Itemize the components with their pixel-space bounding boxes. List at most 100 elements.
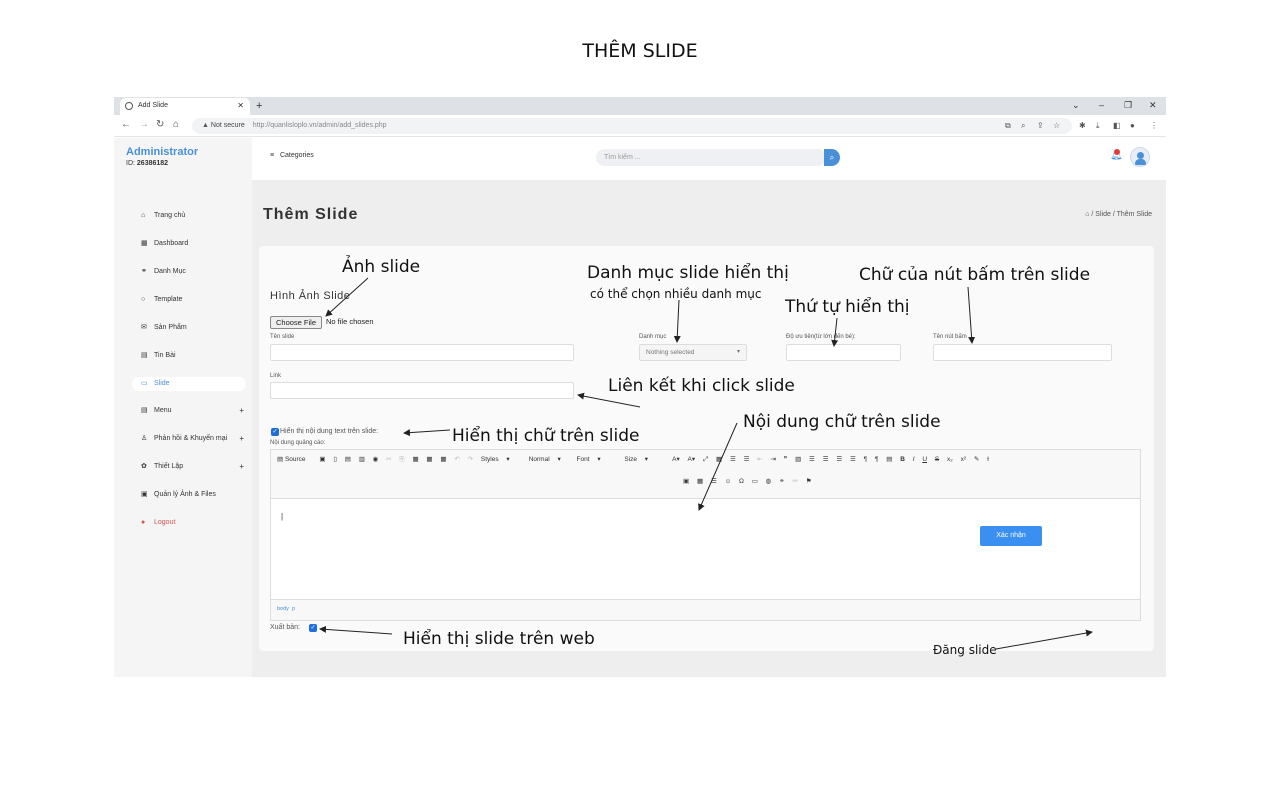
sidebar-item-thiet-lap[interactable]: ✿ Thiết Lập + <box>114 460 248 474</box>
extensions-icon[interactable]: ✱ <box>1079 119 1086 133</box>
maximize-icon[interactable]: ⤢ <box>703 454 708 466</box>
expand-plus-icon[interactable]: + <box>239 432 244 446</box>
justify-icon[interactable]: ☰ <box>850 454 856 466</box>
remove-format-icon[interactable]: Ɨ <box>987 454 989 466</box>
preview-icon[interactable]: ▤ <box>345 454 351 466</box>
xuat-ban-checkbox[interactable]: ✓ <box>309 624 317 632</box>
size-dropdown[interactable]: Size ▾ <box>624 454 664 466</box>
source-button[interactable]: ▤ Source <box>277 454 312 466</box>
subscript-icon[interactable]: x₂ <box>947 454 953 466</box>
redo-icon[interactable]: ↷ <box>468 454 473 466</box>
expand-plus-icon[interactable]: + <box>239 404 244 418</box>
danh-muc-select[interactable]: Nothing selected ▾ <box>639 344 747 361</box>
anchor-flag-icon[interactable]: ⚑ <box>806 476 812 488</box>
new-tab-button[interactable]: + <box>256 97 262 115</box>
editor-content-area[interactable]: | <box>271 499 1140 599</box>
paste-word-icon[interactable]: ▦ <box>440 454 446 466</box>
ten-slide-input[interactable] <box>270 344 574 361</box>
align-left-icon[interactable]: ☰ <box>809 454 815 466</box>
print-icon[interactable]: ▥ <box>359 454 365 466</box>
paste-icon[interactable]: ▦ <box>412 454 418 466</box>
search-input[interactable]: Tìm kiếm ... <box>596 149 826 166</box>
sidebar-item-template[interactable]: ○ Template <box>114 293 248 307</box>
browser-tab[interactable]: Add Slide ✕ <box>120 98 250 115</box>
align-right-icon[interactable]: ☰ <box>836 454 842 466</box>
styles-dropdown[interactable]: Styles ▾ <box>481 454 521 466</box>
bullet-list-icon[interactable]: ☰ <box>744 454 750 466</box>
back-icon[interactable]: ← <box>121 118 131 132</box>
breadcrumb-slide[interactable]: Slide <box>1095 211 1111 218</box>
link-icon[interactable]: ⚭ <box>779 476 784 488</box>
submit-button[interactable]: Xác nhận <box>980 526 1042 546</box>
sidebar-item-phan-hoi[interactable]: ♙ Phản hồi & Khuyến mại + <box>114 432 248 446</box>
reload-icon[interactable]: ↻ <box>156 118 164 132</box>
save-icon[interactable]: ▣ <box>319 454 325 466</box>
iframe-icon[interactable]: ▭ <box>752 476 758 488</box>
sidebar-item-san-pham[interactable]: ✉ Sản Phẩm <box>114 321 248 335</box>
sidebar-item-danh-muc[interactable]: ⚭ Danh Mục <box>114 265 248 279</box>
font-dropdown[interactable]: Font ▾ <box>577 454 617 466</box>
path-p[interactable]: p <box>292 606 295 612</box>
outdent-icon[interactable]: ⇤ <box>757 454 762 466</box>
show-text-checkbox[interactable]: ✓ <box>271 428 279 436</box>
underline-icon[interactable]: U <box>922 454 927 466</box>
minimize-icon[interactable]: – <box>1099 97 1104 113</box>
sidebar-item-dashboard[interactable]: ▦ Dashboard <box>114 237 248 251</box>
new-page-icon[interactable]: ▯ <box>333 454 337 466</box>
tab-search-icon[interactable]: ⌄ <box>1072 97 1080 113</box>
smiley-icon[interactable]: ☺ <box>725 476 732 488</box>
paste-text-icon[interactable]: ▦ <box>426 454 432 466</box>
sidebar-item-quan-ly-anh[interactable]: ▣ Quản lý Ảnh & Files <box>114 488 248 502</box>
share-icon[interactable]: ⇪ <box>1037 119 1044 133</box>
copy-icon[interactable]: ⎘ <box>399 454 404 466</box>
italic-icon[interactable]: I <box>913 454 915 466</box>
numbered-list-icon[interactable]: ☰ <box>730 454 736 466</box>
ten-nut-input[interactable] <box>933 344 1112 361</box>
home-icon[interactable]: ⌂ <box>1085 211 1089 218</box>
url-input[interactable]: ▲ Not secure http://quanlisloplo.vn/admi… <box>192 118 1072 134</box>
search-button[interactable]: ⌕ <box>824 149 840 166</box>
expand-plus-icon[interactable]: + <box>239 460 244 474</box>
sidebar-item-tin-bai[interactable]: ▤ Tin Bài <box>114 349 248 363</box>
templates-icon[interactable]: ◉ <box>373 454 379 466</box>
choose-file-button[interactable]: Choose File <box>270 316 322 329</box>
text-color-icon[interactable]: A▾ <box>672 454 680 466</box>
profile-icon[interactable]: ● <box>1130 119 1135 133</box>
more-menu-icon[interactable]: ⋮ <box>1150 119 1158 133</box>
restore-icon[interactable]: ❐ <box>1124 97 1132 113</box>
close-window-icon[interactable]: ✕ <box>1149 97 1157 113</box>
categories-toggle[interactable]: ≡ Categories <box>270 152 314 159</box>
div-icon[interactable]: ▧ <box>795 454 801 466</box>
table-icon[interactable]: ▦ <box>697 476 703 488</box>
hr-icon[interactable]: ☰ <box>711 476 717 488</box>
strike-icon[interactable]: S <box>935 454 939 466</box>
globe-icon[interactable]: ◍ <box>766 476 772 488</box>
bookmark-star-icon[interactable]: ☆ <box>1053 119 1060 133</box>
cut-icon[interactable]: ✂ <box>386 454 391 466</box>
download-icon[interactable]: ⤓ <box>1096 119 1100 133</box>
align-center-icon[interactable]: ☰ <box>823 454 829 466</box>
special-char-icon[interactable]: Ω <box>739 476 744 488</box>
undo-icon[interactable]: ↶ <box>454 454 459 466</box>
indent-icon[interactable]: ⇥ <box>771 454 776 466</box>
bg-color-icon[interactable]: A▾ <box>688 454 696 466</box>
sidepanel-icon[interactable]: ◧ <box>1113 119 1121 133</box>
show-blocks-icon[interactable]: ▦ <box>716 454 722 466</box>
bold-icon[interactable]: B <box>900 454 905 466</box>
link-input[interactable] <box>270 382 574 399</box>
sidebar-item-logout[interactable]: ● Logout <box>114 516 248 530</box>
blockquote-icon[interactable]: ❞ <box>784 454 788 466</box>
unlink-icon[interactable]: ⚯ <box>792 476 797 488</box>
translate-icon[interactable]: ⧉ <box>1005 119 1011 133</box>
sidebar-item-menu[interactable]: ▤ Menu + <box>114 404 248 418</box>
avatar[interactable] <box>1130 147 1150 167</box>
sidebar-item-slide[interactable]: ▭ Slide <box>132 377 246 391</box>
copy-format-icon[interactable]: ✎ <box>974 454 979 466</box>
image-icon[interactable]: ▣ <box>683 476 689 488</box>
language-icon[interactable]: ▤ <box>886 454 892 466</box>
rtl-icon[interactable]: ¶ <box>875 454 879 466</box>
sidebar-item-trang-chu[interactable]: ⌂ Trang chủ <box>114 209 248 223</box>
path-body[interactable]: body <box>277 606 289 612</box>
format-dropdown[interactable]: Normal ▾ <box>529 454 569 466</box>
ltr-icon[interactable]: ¶ <box>864 454 868 466</box>
